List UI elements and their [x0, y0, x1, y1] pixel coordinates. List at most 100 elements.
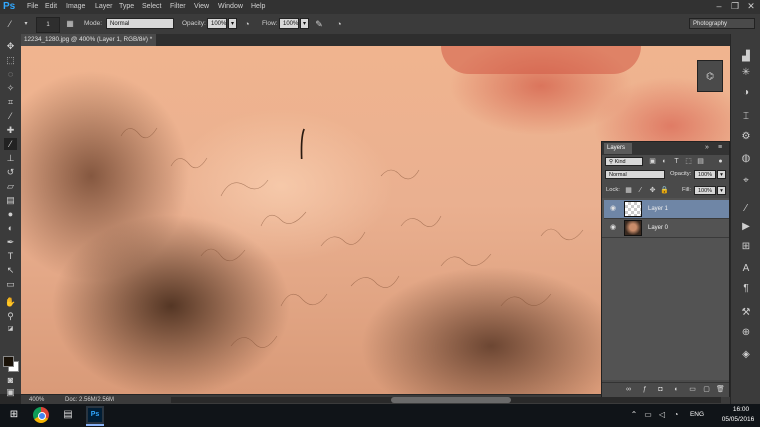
layer-style-icon[interactable]: ƒ — [640, 385, 649, 394]
layer-mask-icon[interactable]: ◘ — [656, 385, 665, 394]
lock-all-icon[interactable]: 🔒 — [660, 186, 669, 195]
brush-size-picker[interactable]: 1 — [36, 17, 60, 33]
filter-toggle-icon[interactable]: ● — [716, 157, 725, 166]
visibility-eye-icon[interactable]: ◉ — [608, 204, 618, 214]
menu-view[interactable]: View — [194, 0, 209, 14]
tool-presets-icon[interactable]: ⚒ — [739, 306, 753, 320]
layer-row-layer-1[interactable]: ◉ Layer 1 — [604, 200, 729, 218]
layer-name[interactable]: Layer 1 — [648, 200, 668, 218]
link-layers-icon[interactable]: ∞ — [624, 385, 633, 394]
horizontal-scrollbar[interactable] — [171, 397, 721, 403]
brush-presets-icon[interactable]: ⁄ — [739, 202, 753, 216]
adjustments-icon[interactable]: ◑ — [739, 86, 753, 100]
eyedropper-tool-icon[interactable]: ⁄ — [4, 110, 17, 122]
clone-stamp-tool-icon[interactable]: ⊥ — [4, 152, 17, 164]
lock-image-icon[interactable]: ⁄ — [636, 186, 645, 195]
photoshop-taskbar-button[interactable]: Ps — [86, 406, 104, 426]
document-tab[interactable]: 12234_1280.jpg @ 400% (Layer 1, RGB/8#) … — [21, 34, 162, 46]
rectangle-tool-icon[interactable]: ▭ — [4, 278, 17, 290]
path-selection-tool-icon[interactable]: ↖ — [4, 264, 17, 276]
new-group-icon[interactable]: ▭ — [688, 385, 697, 394]
blend-mode-select[interactable]: Normal — [605, 170, 665, 179]
paragraph-icon[interactable]: ¶ — [739, 282, 753, 296]
clone-source-icon[interactable]: ⊕ — [739, 326, 753, 340]
filter-shape-icon[interactable]: ⬚ — [684, 157, 693, 166]
hand-tool-icon[interactable]: ✋ — [4, 296, 17, 308]
fill-dropdown-icon[interactable]: ▾ — [717, 186, 726, 195]
layer-filter-select[interactable]: ⚲ Kind — [605, 157, 643, 166]
opacity-input[interactable]: 100% — [207, 18, 227, 29]
fill-input[interactable]: 100% — [694, 186, 716, 195]
clock-date[interactable]: 05/05/2016 — [716, 415, 760, 425]
layer-opacity-input[interactable]: 100% — [694, 170, 716, 179]
pressure-size-icon[interactable]: ◔ — [333, 18, 345, 30]
adjustment-layer-icon[interactable]: ◐ — [672, 385, 681, 394]
quick-mask-icon[interactable]: ◙ — [4, 374, 17, 386]
panel-menu-icon[interactable]: ≡ — [714, 143, 726, 153]
menu-type[interactable]: Type — [119, 0, 134, 14]
paths-icon[interactable]: ⌖ — [739, 174, 753, 188]
channels-icon[interactable]: ◍ — [739, 152, 753, 166]
menu-image[interactable]: Image — [66, 0, 85, 14]
lock-position-icon[interactable]: ✥ — [648, 186, 657, 195]
airbrush-icon[interactable]: ✎ — [313, 18, 325, 30]
blur-tool-icon[interactable]: ● — [4, 208, 17, 220]
layer-row-layer-0[interactable]: ◉ Layer 0 — [604, 219, 729, 237]
chrome-icon[interactable] — [33, 407, 49, 423]
minimize-icon[interactable]: – — [712, 1, 726, 12]
dodge-tool-icon[interactable]: ◐ — [4, 222, 17, 234]
eraser-tool-icon[interactable]: ▱ — [4, 180, 17, 192]
language-indicator[interactable]: ENG — [682, 409, 712, 421]
actions-icon[interactable]: ▶ — [739, 220, 753, 234]
clock-time[interactable]: 16:00 — [726, 405, 756, 415]
foreground-color-chip[interactable] — [3, 356, 14, 367]
quick-select-tool-icon[interactable]: ✧ — [4, 82, 17, 94]
close-icon[interactable]: ✕ — [744, 1, 758, 12]
brush-tool-icon[interactable]: ⁄ — [4, 138, 17, 150]
scrollbar-thumb[interactable] — [391, 397, 511, 403]
brush-preset-dropdown-icon[interactable]: ▾ — [20, 18, 32, 30]
file-explorer-icon[interactable]: ▤ — [60, 407, 76, 423]
delete-layer-icon[interactable]: 🗑 — [716, 385, 725, 394]
brush-tool-preset-icon[interactable]: ⁄ — [4, 18, 16, 30]
mode-select[interactable]: Normal — [106, 18, 174, 29]
menu-window[interactable]: Window — [218, 0, 243, 14]
filter-pixel-icon[interactable]: ▣ — [648, 157, 657, 166]
pen-tool-icon[interactable]: ✒ — [4, 236, 17, 248]
layers-panel-icon[interactable]: ◈ — [739, 348, 753, 362]
pressure-opacity-icon[interactable]: ◔ — [241, 18, 253, 30]
menu-layer[interactable]: Layer — [95, 0, 113, 14]
character-icon[interactable]: A — [739, 262, 753, 276]
lock-transparent-icon[interactable]: ▦ — [624, 186, 633, 195]
crop-tool-icon[interactable]: ⌗ — [4, 96, 17, 108]
brush-panel-toggle-icon[interactable]: ▦ — [64, 18, 76, 30]
filter-adjustment-icon[interactable]: ◐ — [660, 157, 669, 166]
histogram-icon[interactable]: ▟ — [739, 50, 753, 64]
healing-brush-tool-icon[interactable]: ✚ — [4, 124, 17, 136]
tab-layers[interactable]: Layers — [604, 143, 632, 154]
properties-icon[interactable]: ⚙ — [739, 130, 753, 144]
menu-edit[interactable]: Edit — [45, 0, 57, 14]
move-tool-icon[interactable]: ✥ — [4, 40, 17, 52]
panel-icon[interactable]: ⌬ — [704, 70, 716, 82]
collapse-panel-icon[interactable]: » — [702, 143, 712, 153]
history-icon[interactable]: ⊞ — [739, 240, 753, 254]
zoom-tool-icon[interactable]: ⚲ — [4, 310, 17, 322]
gradient-tool-icon[interactable]: ▤ — [4, 194, 17, 206]
layer-opacity-dropdown-icon[interactable]: ▾ — [717, 170, 726, 179]
menu-filter[interactable]: Filter — [170, 0, 186, 14]
lasso-tool-icon[interactable]: ◌ — [4, 68, 17, 80]
flow-input[interactable]: 100% — [279, 18, 299, 29]
navigator-icon[interactable]: ✳ — [739, 66, 753, 80]
new-layer-icon[interactable]: ▢ — [702, 385, 711, 394]
menu-select[interactable]: Select — [142, 0, 161, 14]
filter-type-icon[interactable]: T — [672, 157, 681, 166]
marquee-tool-icon[interactable]: ⬚ — [4, 54, 17, 66]
restore-icon[interactable]: ❐ — [728, 1, 742, 12]
screen-mode-icon[interactable]: ▣ — [4, 386, 17, 398]
transform-icon[interactable]: ⌶ — [739, 110, 753, 124]
menu-file[interactable]: File — [27, 0, 38, 14]
type-tool-icon[interactable]: T — [4, 250, 17, 262]
layer-name[interactable]: Layer 0 — [648, 219, 668, 237]
history-brush-tool-icon[interactable]: ↺ — [4, 166, 17, 178]
